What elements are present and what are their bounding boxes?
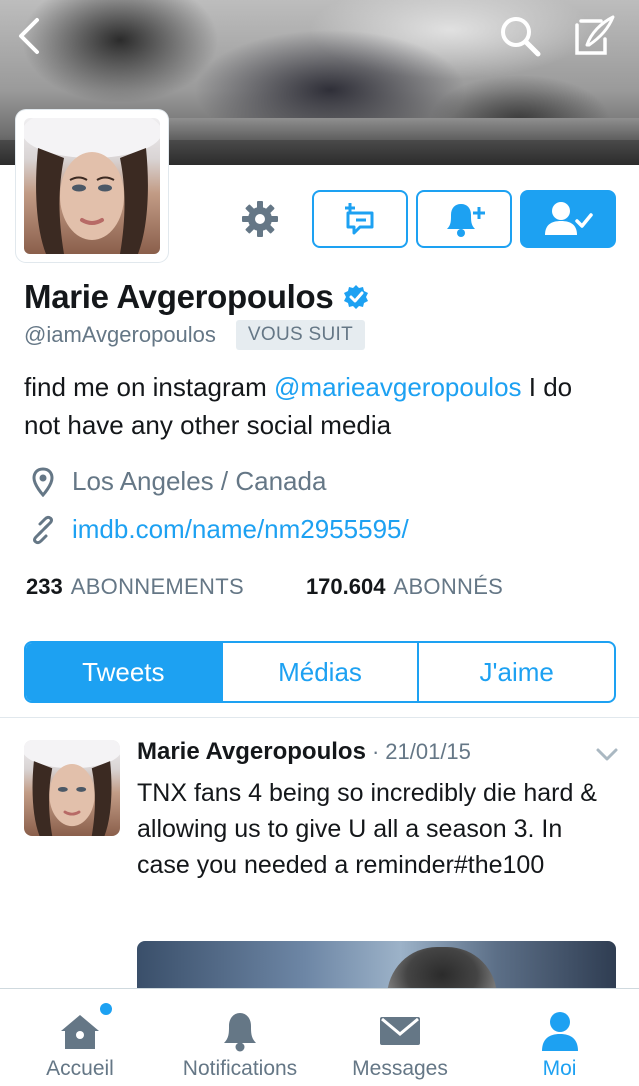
tabbar-messages-label: Messages (352, 1057, 448, 1080)
link-icon (33, 515, 53, 544)
bell-icon (224, 1013, 256, 1052)
tab-likes[interactable]: J'aime (417, 643, 614, 701)
followers-stat[interactable]: 170.604 ABONNÉS (306, 574, 503, 600)
search-icon (501, 17, 541, 57)
envelope-icon (380, 1017, 420, 1045)
profile-avatar[interactable] (16, 110, 168, 262)
profile-handle-row: @iamAvgeropoulos VOUS SUIT (24, 320, 366, 350)
section-divider (0, 717, 639, 718)
profile-tabs: Tweets Médias J'aime (24, 641, 616, 703)
tab-media[interactable]: Médias (220, 643, 418, 701)
tweet-date: 21/01/15 (385, 739, 471, 764)
add-to-list-icon (345, 203, 374, 235)
website-link[interactable]: imdb.com/name/nm2955595/ (72, 514, 409, 545)
tweet-separator: · (371, 739, 380, 764)
list-add-button[interactable] (312, 190, 408, 248)
followers-label: ABONNÉS (393, 574, 504, 599)
search-button[interactable] (496, 12, 544, 60)
tabbar-notifications[interactable]: Notifications (160, 989, 320, 1086)
chevron-down-icon (596, 748, 618, 761)
tweet-text: TNX fans 4 being so incredibly die hard … (137, 779, 597, 879)
tabbar-notifications-label: Notifications (182, 1057, 298, 1080)
tabbar-home-label: Accueil (46, 1057, 114, 1080)
following-stat[interactable]: 233 ABONNEMENTS (26, 574, 244, 600)
tweet-header: Marie Avgeropoulos · 21/01/15 (137, 738, 471, 766)
compose-tweet-button[interactable] (570, 12, 618, 60)
avatar-illustration (24, 118, 160, 254)
tabbar-me-label: Moi (542, 1057, 577, 1080)
profile-name-row: Marie Avgeropoulos (24, 278, 369, 316)
location-pin-icon (32, 466, 54, 497)
bottom-tab-bar: Accueil Notifications Messages Moi (0, 988, 639, 1086)
notifications-toggle-button[interactable] (416, 190, 512, 248)
tweet-avatar-illustration (24, 740, 120, 836)
following-button[interactable] (520, 190, 616, 248)
following-count: 233 (26, 574, 63, 599)
tweet-menu-button[interactable] (594, 744, 620, 764)
followers-count: 170.604 (305, 574, 386, 599)
back-button[interactable] (4, 12, 52, 60)
bio-mention-link[interactable]: @marieavgeropoulos (274, 372, 522, 402)
tweet-avatar[interactable] (24, 740, 120, 836)
profile-bio: find me on instagram @marieavgeropoulos … (24, 368, 614, 444)
user-check-icon (545, 202, 593, 235)
profile-stats: 233 ABONNEMENTS 170.604 ABONNÉS (26, 574, 503, 600)
avatar-photo (24, 118, 160, 254)
tabbar-home[interactable]: Accueil (0, 989, 160, 1086)
gear-icon (242, 201, 278, 237)
following-label: ABONNEMENTS (70, 574, 244, 599)
profile-website[interactable]: imdb.com/name/nm2955595/ (26, 514, 409, 545)
follows-you-badge: VOUS SUIT (235, 320, 366, 350)
person-icon (541, 1012, 578, 1051)
profile-handle: @iamAvgeropoulos (24, 322, 216, 347)
location-text: Los Angeles / Canada (72, 466, 327, 496)
verified-badge-icon (344, 285, 369, 309)
unread-badge (100, 1003, 112, 1015)
profile-location: Los Angeles / Canada (26, 466, 326, 497)
bell-plus-icon (447, 204, 485, 237)
settings-button[interactable] (238, 197, 282, 241)
chevron-left-icon (19, 18, 39, 54)
bio-text-start: find me on instagram (24, 372, 275, 402)
profile-name: Marie Avgeropoulos (24, 278, 334, 315)
home-icon (61, 1015, 99, 1049)
tabbar-messages[interactable]: Messages (320, 989, 480, 1086)
tweet-author[interactable]: Marie Avgeropoulos (137, 738, 366, 766)
tabbar-me[interactable]: Moi (480, 989, 639, 1086)
tab-tweets[interactable]: Tweets (26, 643, 221, 701)
compose-icon (575, 15, 615, 55)
